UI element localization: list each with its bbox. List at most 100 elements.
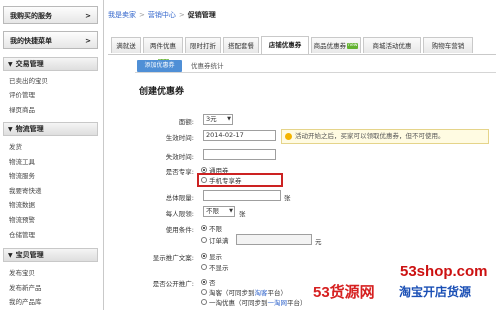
watermark-slogan: 淘宝开店货源 [399,285,472,299]
breadcrumb-separator: > [178,11,185,19]
subtab-add-coupon[interactable]: 添加优惠券 [137,60,182,72]
divider [135,72,496,73]
total-limit-unit: 张 [284,194,291,202]
shortcut-menu-label: 我的快捷菜单 [10,37,52,45]
public-taoke-prefix: 淘客（可同步到 [209,289,255,297]
sidebar-item-express[interactable]: 我要寄快递 [9,185,42,195]
sidebar-item-reviews[interactable]: 评价管理 [9,89,35,99]
watermark-url: 53shop.com [400,263,488,280]
start-time-tip: 活动开始之后，买家可以领取优惠券，但不可使用。 [281,129,489,144]
public-no-text: 否 [209,279,216,287]
show-text-label: 显示推广文案: [152,254,194,262]
tab-bundle[interactable]: 搭配套餐 [223,37,259,53]
total-limit-input[interactable] [203,190,281,201]
section-title: 宝贝管理 [15,251,44,259]
shortcut-menu[interactable]: 我的快捷菜单 > [3,31,98,49]
tab-label: 商城活动优惠 [372,42,412,50]
tab-label: 两件优惠 [150,42,176,50]
sidebar-item-tools[interactable]: 物流工具 [9,156,35,166]
sidebar-item-sold[interactable]: 已卖出的宝贝 [9,75,48,85]
tab-two-items[interactable]: 两件优惠new [143,37,183,65]
my-services-label: 我购买的服务 [10,12,52,20]
public-taoke-radio[interactable] [201,289,207,295]
sidebar-item-publish-new[interactable]: 发布新产品 [9,282,42,292]
hide-radio[interactable] [201,264,207,270]
public-etao-text: 一淘优惠（可同步到一淘网平台） [209,297,307,307]
breadcrumb-current: 促销管理 [187,11,216,19]
triangle-down-icon: ▼ [8,252,13,259]
triangle-down-icon: ▼ [8,61,13,68]
warning-icon [285,133,292,140]
tab-flash-discount[interactable]: 限时打折 [185,37,221,53]
condition-unlimited-text: 不限 [209,225,222,233]
public-etao-radio[interactable] [201,299,207,305]
form-title: 创建优惠券 [139,87,185,97]
sidebar: 我购买的服务 > 我的快捷菜单 > ▼ 交易管理 已卖出的宝贝 评价管理 禄页商品… [0,0,104,310]
public-taoke-suffix: 平台） [267,289,288,297]
sidebar-item-alert[interactable]: 物流预警 [9,214,35,224]
start-time-input[interactable]: 2014-02-17 [203,130,276,141]
per-user-select[interactable]: 不限 ▼ [203,206,235,217]
tab-item-coupon[interactable]: 商品优惠券 new [311,37,361,53]
tip-text: 活动开始之后，买家可以领取优惠券，但不可使用。 [295,132,445,140]
show-radio[interactable] [201,253,207,259]
breadcrumb: 我是卖家 > 营销中心 > 促销管理 [108,9,216,21]
subtab-coupon-stats[interactable]: 优惠券统计 [191,60,224,72]
public-label: 是否公开推广: [152,280,194,288]
triangle-down-icon: ▼ [8,126,13,133]
etao-link[interactable]: 一淘网 [268,299,288,307]
breadcrumb-home[interactable]: 我是卖家 [108,11,136,19]
breadcrumb-section[interactable]: 营销中心 [148,11,176,19]
tab-label: 限时打折 [190,42,216,50]
condition-min-order-text: 订单满 [209,237,229,245]
denomination-label: 面额: [178,118,194,126]
tab-full-gift[interactable]: 满就送 [111,37,141,53]
breadcrumb-separator: > [139,11,145,19]
public-etao-prefix: 一淘优惠（可同步到 [209,299,268,307]
condition-unlimited-radio[interactable] [201,225,207,231]
denomination-select[interactable]: 3元 ▼ [203,114,233,125]
sidebar-item-products[interactable]: 禄页商品 [9,104,35,114]
total-limit-label: 总体限量: [165,194,194,202]
chevron-right-icon: > [85,37,91,45]
section-title: 物流管理 [15,125,44,133]
tab-label: 商品优惠券 [313,42,347,50]
end-time-input[interactable] [203,149,276,160]
tab-cart-marketing[interactable]: 购物车营销 [423,37,473,53]
tab-store-coupon[interactable]: 店铺优惠券 [261,36,309,54]
show-text: 显示 [209,253,222,261]
chevron-down-icon: ▼ [227,116,231,122]
sidebar-item-warehouse[interactable]: 仓储管理 [9,229,35,239]
taoke-link[interactable]: 淘客 [255,289,268,297]
tab-label: 满就送 [116,42,136,50]
section-title: 交易管理 [15,60,44,68]
highlight-box [197,173,283,187]
public-etao-suffix: 平台） [287,299,307,307]
tab-mall-activity[interactable]: 商城活动优惠 [363,37,421,53]
condition-min-order-radio[interactable] [201,237,207,243]
sidebar-item-ship[interactable]: 发货 [9,141,22,151]
watermark-brand: 53货源网 [313,284,375,301]
start-time-label: 生效时间: [165,134,194,142]
min-order-unit: 元 [315,238,322,246]
min-order-input[interactable] [236,234,312,245]
sidebar-item-publish[interactable]: 发布宝贝 [9,267,35,277]
new-badge: new [347,43,359,49]
sidebar-item-library[interactable]: 我的产品库 [9,296,42,306]
per-user-unit: 张 [239,210,246,218]
chevron-down-icon: ▼ [229,208,233,214]
hide-text: 不显示 [209,264,229,272]
sidebar-section-logistics[interactable]: ▼ 物流管理 [3,122,98,136]
per-user-label: 每人限领: [165,210,194,218]
end-time-label: 失效时间: [165,153,194,161]
sidebar-section-goods[interactable]: ▼ 宝贝管理 [3,248,98,262]
per-user-value: 不限 [206,207,219,215]
chevron-right-icon: > [85,12,91,20]
public-no-radio[interactable] [201,279,207,285]
denomination-value: 3元 [206,115,217,123]
my-services-menu[interactable]: 我购买的服务 > [3,6,98,24]
sidebar-item-data[interactable]: 物流数据 [9,199,35,209]
sidebar-section-trade[interactable]: ▼ 交易管理 [3,57,98,71]
public-taoke-text: 淘客（可同步到淘客平台） [209,287,287,297]
sidebar-item-service[interactable]: 物流服务 [9,170,35,180]
